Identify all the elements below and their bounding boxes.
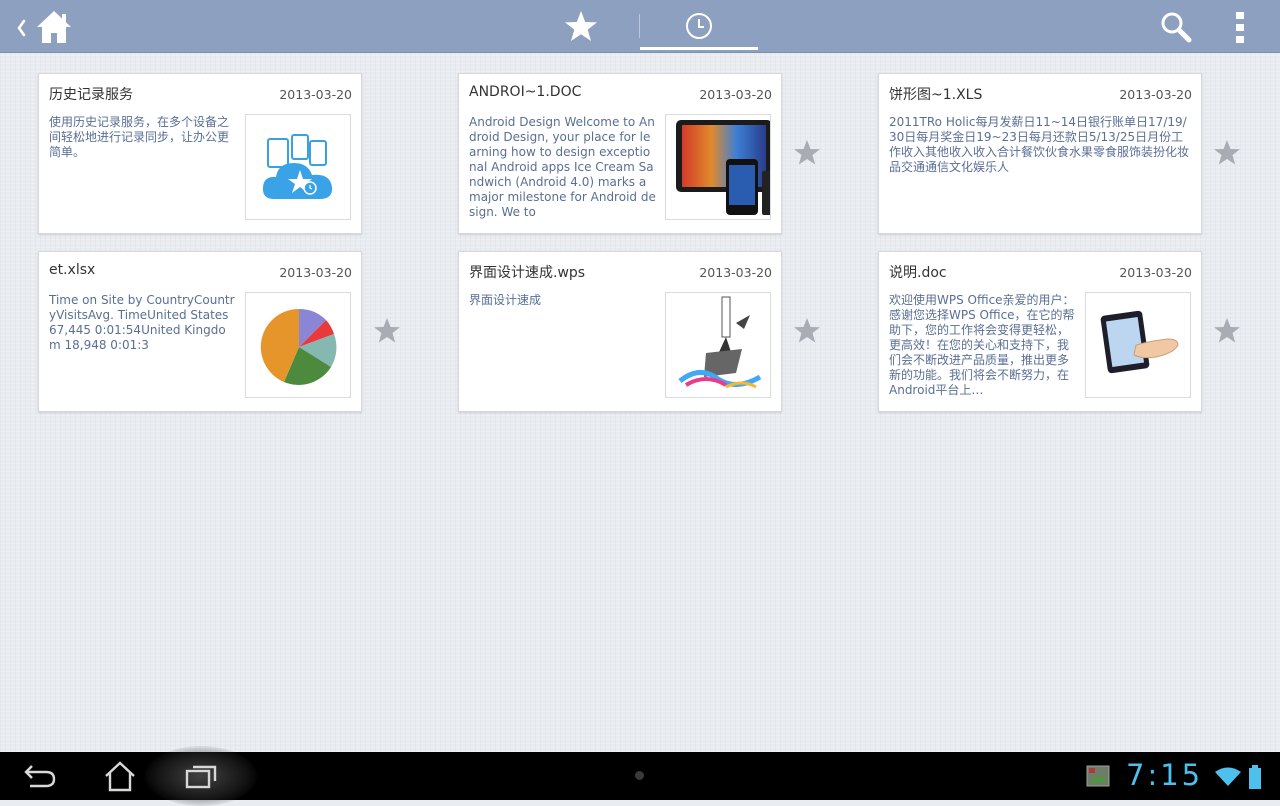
file-preview-text: 欢迎使用WPS Office亲爱的用户：感谢您选择WPS Office，在它的帮… bbox=[889, 293, 1075, 397]
recent-apps-icon[interactable] bbox=[184, 761, 218, 791]
tab-favorites-star-icon[interactable] bbox=[560, 6, 602, 46]
system-navigation-bar: 7:15 bbox=[0, 746, 1280, 806]
favorite-star-icon[interactable] bbox=[1212, 138, 1242, 168]
file-date: 2013-03-20 bbox=[279, 265, 352, 280]
artwork-thumbnail bbox=[665, 292, 771, 398]
battery-icon bbox=[1249, 765, 1261, 789]
favorite-star-icon[interactable] bbox=[792, 316, 822, 346]
file-date: 2013-03-20 bbox=[1119, 265, 1192, 280]
tablet-hand-thumbnail bbox=[1085, 292, 1191, 398]
clock-icon bbox=[686, 13, 712, 39]
file-title: et.xlsx bbox=[49, 262, 96, 278]
file-card[interactable]: ANDROI~1.DOC 2013-03-20 Android Design W… bbox=[458, 73, 782, 234]
file-card[interactable]: 饼形图~1.XLS 2013-03-20 2011TRo Holic每月发薪日1… bbox=[878, 73, 1202, 234]
recent-files-grid: 历史记录服务 2013-03-20 使用历史记录服务，在多个设备之间轻松地进行记… bbox=[0, 54, 1280, 752]
action-bar bbox=[0, 0, 1280, 53]
file-preview-text: 界面设计速成 bbox=[469, 293, 542, 307]
file-title: 说明.doc bbox=[889, 265, 947, 281]
page-indicator-dot bbox=[635, 771, 644, 780]
back-icon[interactable] bbox=[22, 762, 58, 790]
wifi-icon bbox=[1215, 767, 1241, 786]
file-date: 2013-03-20 bbox=[1119, 87, 1192, 102]
file-title: 饼形图~1.XLS bbox=[889, 87, 983, 103]
status-clock: 7:15 bbox=[1126, 758, 1204, 792]
tab-active-indicator bbox=[640, 47, 758, 50]
file-preview-text: 2011TRo Holic每月发薪日11~14日银行账单日17/19/30日每月… bbox=[889, 115, 1189, 174]
file-date: 2013-03-20 bbox=[699, 87, 772, 102]
file-card[interactable]: 说明.doc 2013-03-20 欢迎使用WPS Office亲爱的用户：感谢… bbox=[878, 251, 1202, 412]
file-date: 2013-03-20 bbox=[699, 265, 772, 280]
favorite-star-icon[interactable] bbox=[792, 138, 822, 168]
pie-chart-thumbnail bbox=[245, 292, 351, 398]
nav-home-icon[interactable] bbox=[102, 760, 138, 792]
file-title: 历史记录服务 bbox=[49, 87, 133, 103]
favorite-star-icon[interactable] bbox=[372, 316, 402, 346]
file-preview-text: 使用历史记录服务，在多个设备之间轻松地进行记录同步，让办公更简单。 bbox=[49, 115, 230, 159]
home-icon[interactable] bbox=[34, 8, 74, 46]
favorite-star-icon[interactable] bbox=[1212, 316, 1242, 346]
file-title: ANDROI~1.DOC bbox=[469, 84, 582, 100]
notification-image-icon[interactable] bbox=[1086, 765, 1110, 787]
file-preview-text: Android Design Welcome to Android Design… bbox=[469, 115, 656, 219]
file-card[interactable]: 历史记录服务 2013-03-20 使用历史记录服务，在多个设备之间轻松地进行记… bbox=[38, 73, 362, 234]
overflow-menu-icon[interactable] bbox=[1228, 8, 1252, 46]
file-date: 2013-03-20 bbox=[279, 87, 352, 102]
file-card[interactable]: 界面设计速成.wps 2013-03-20 界面设计速成 bbox=[458, 251, 782, 412]
cloud-history-thumbnail bbox=[245, 114, 351, 220]
search-icon[interactable] bbox=[1158, 9, 1194, 45]
file-card[interactable]: et.xlsx 2013-03-20 Time on Site by Count… bbox=[38, 251, 362, 412]
back-chevron-icon[interactable] bbox=[14, 12, 28, 42]
tab-recent[interactable] bbox=[640, 0, 758, 53]
android-devices-thumbnail bbox=[665, 114, 771, 220]
file-preview-text: Time on Site by CountryCountryVisitsAvg.… bbox=[49, 293, 235, 352]
file-title: 界面设计速成.wps bbox=[469, 265, 586, 281]
